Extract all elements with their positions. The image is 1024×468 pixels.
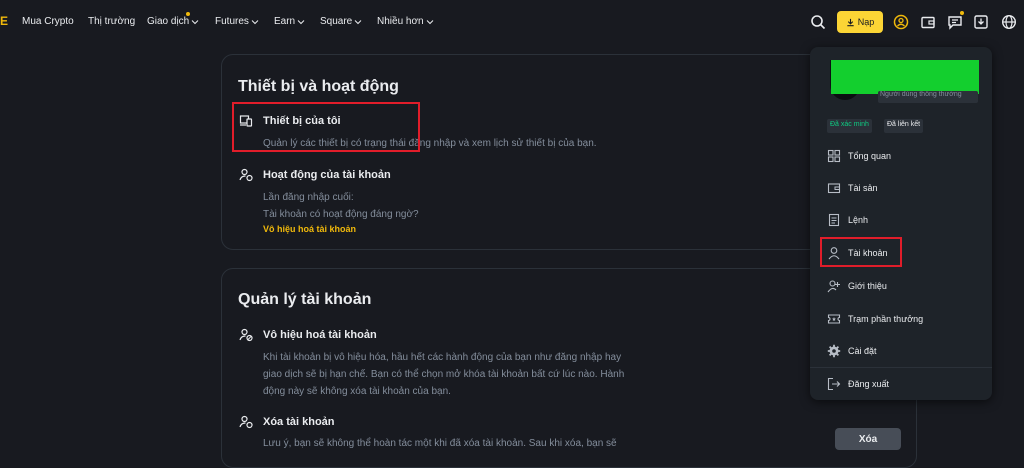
nav-buy-crypto[interactable]: Mua Crypto — [22, 16, 74, 27]
account-activity-title: Hoạt động của tài khoản — [263, 169, 391, 181]
wallet-icon — [827, 183, 841, 194]
chevron-down-icon — [426, 19, 433, 24]
orders-icon — [828, 213, 840, 227]
nav-label: Square — [320, 16, 353, 27]
menu-item-settings[interactable]: Cài đặt — [810, 336, 992, 366]
account-dropdown-menu: Người dùng thông thường Đã xác minh Đã l… — [810, 47, 992, 400]
disable-account-link[interactable]: Vô hiệu hoá tài khoản — [263, 224, 356, 234]
download-app-icon[interactable] — [971, 12, 991, 32]
notification-dot — [186, 12, 190, 16]
last-login-text: Lần đăng nhập cuối: — [263, 192, 354, 203]
chevron-down-icon — [297, 19, 305, 24]
chevron-down-icon — [251, 19, 259, 24]
nav-label: Nhiều hơn — [377, 16, 424, 27]
gear-icon — [827, 344, 841, 358]
delete-account-description: Lưu ý, bạn sẽ không thể hoàn tác một khi… — [263, 438, 617, 449]
card-title: Thiết bị và hoạt động — [238, 78, 399, 95]
messages-icon[interactable] — [945, 12, 965, 32]
top-navigation: E Mua Crypto Thị trường Giao dịch Future… — [0, 0, 1024, 44]
redacted-username — [831, 60, 979, 94]
user-type-label: Người dùng thông thường — [878, 91, 978, 103]
globe-icon[interactable] — [999, 12, 1019, 32]
menu-item-referral[interactable]: Giới thiệu — [810, 271, 992, 301]
delete-button-label: Xóa — [858, 433, 878, 445]
menu-item-orders[interactable]: Lệnh — [810, 205, 992, 235]
nav-label: Earn — [274, 16, 296, 27]
disable-account-title: Vô hiệu hoá tài khoản — [263, 329, 377, 341]
logout-icon — [827, 377, 841, 391]
nav-futures[interactable]: Futures — [215, 16, 259, 27]
menu-label: Đăng xuất — [848, 379, 890, 389]
menu-label: Tài sản — [848, 183, 878, 193]
nav-square[interactable]: Square — [320, 16, 362, 27]
highlight-box — [820, 237, 902, 267]
menu-item-logout[interactable]: Đăng xuất — [810, 369, 992, 399]
suspicious-activity-text: Tài khoản có hoạt động đáng ngờ? — [263, 209, 419, 220]
menu-item-dashboard[interactable]: Tổng quan — [810, 141, 992, 171]
divider — [810, 367, 992, 368]
logo[interactable]: E — [0, 14, 8, 28]
nav-label: Thị trường — [88, 16, 136, 27]
menu-item-assets[interactable]: Tài sản — [810, 173, 992, 203]
verified-badge: Đã xác minh — [827, 119, 872, 133]
menu-label: Giới thiệu — [848, 281, 887, 291]
chevron-down-icon — [191, 19, 199, 24]
linked-badge: Đã liên kết — [884, 119, 924, 133]
menu-label: Lệnh — [848, 215, 869, 225]
search-icon[interactable] — [808, 12, 828, 32]
nav-label: Futures — [215, 16, 249, 27]
deposit-label: Nạp — [857, 17, 875, 27]
notification-dot — [960, 11, 964, 15]
user-avatar-icon[interactable] — [891, 12, 911, 32]
menu-label: Trạm phần thưởng — [848, 314, 924, 324]
dashboard-icon — [827, 149, 841, 163]
card-title: Quản lý tài khoản — [238, 291, 372, 308]
deposit-button[interactable]: Nạp — [837, 11, 883, 33]
user-delete-icon — [239, 415, 253, 429]
chevron-down-icon — [354, 19, 362, 24]
user-activity-icon — [239, 168, 253, 182]
download-icon — [847, 18, 854, 26]
delete-account-title: Xóa tài khoản — [263, 416, 335, 428]
wallet-icon[interactable] — [918, 12, 938, 32]
nav-markets[interactable]: Thị trường — [88, 16, 135, 27]
menu-label: Tổng quan — [848, 151, 892, 161]
disable-desc-line: Khi tài khoản bị vô hiệu hóa, hầu hết cá… — [263, 352, 622, 363]
highlight-box — [232, 102, 420, 152]
referral-icon — [827, 280, 840, 293]
ticket-icon — [827, 314, 841, 324]
user-disable-icon — [239, 328, 253, 342]
disable-desc-line: giao dịch sẽ bị hạn chế. Bạn có thể chọn… — [263, 369, 625, 380]
nav-label: Mua Crypto — [22, 16, 74, 27]
nav-trade[interactable]: Giao dịch — [147, 16, 199, 27]
disable-desc-line: động này sẽ không xóa tài khoản của bạn. — [263, 386, 451, 397]
nav-earn[interactable]: Earn — [274, 16, 305, 27]
nav-label: Giao dịch — [147, 16, 190, 27]
nav-more[interactable]: Nhiều hơn — [377, 16, 434, 27]
menu-item-rewards[interactable]: Trạm phần thưởng — [810, 304, 992, 334]
menu-label: Cài đặt — [848, 346, 877, 356]
